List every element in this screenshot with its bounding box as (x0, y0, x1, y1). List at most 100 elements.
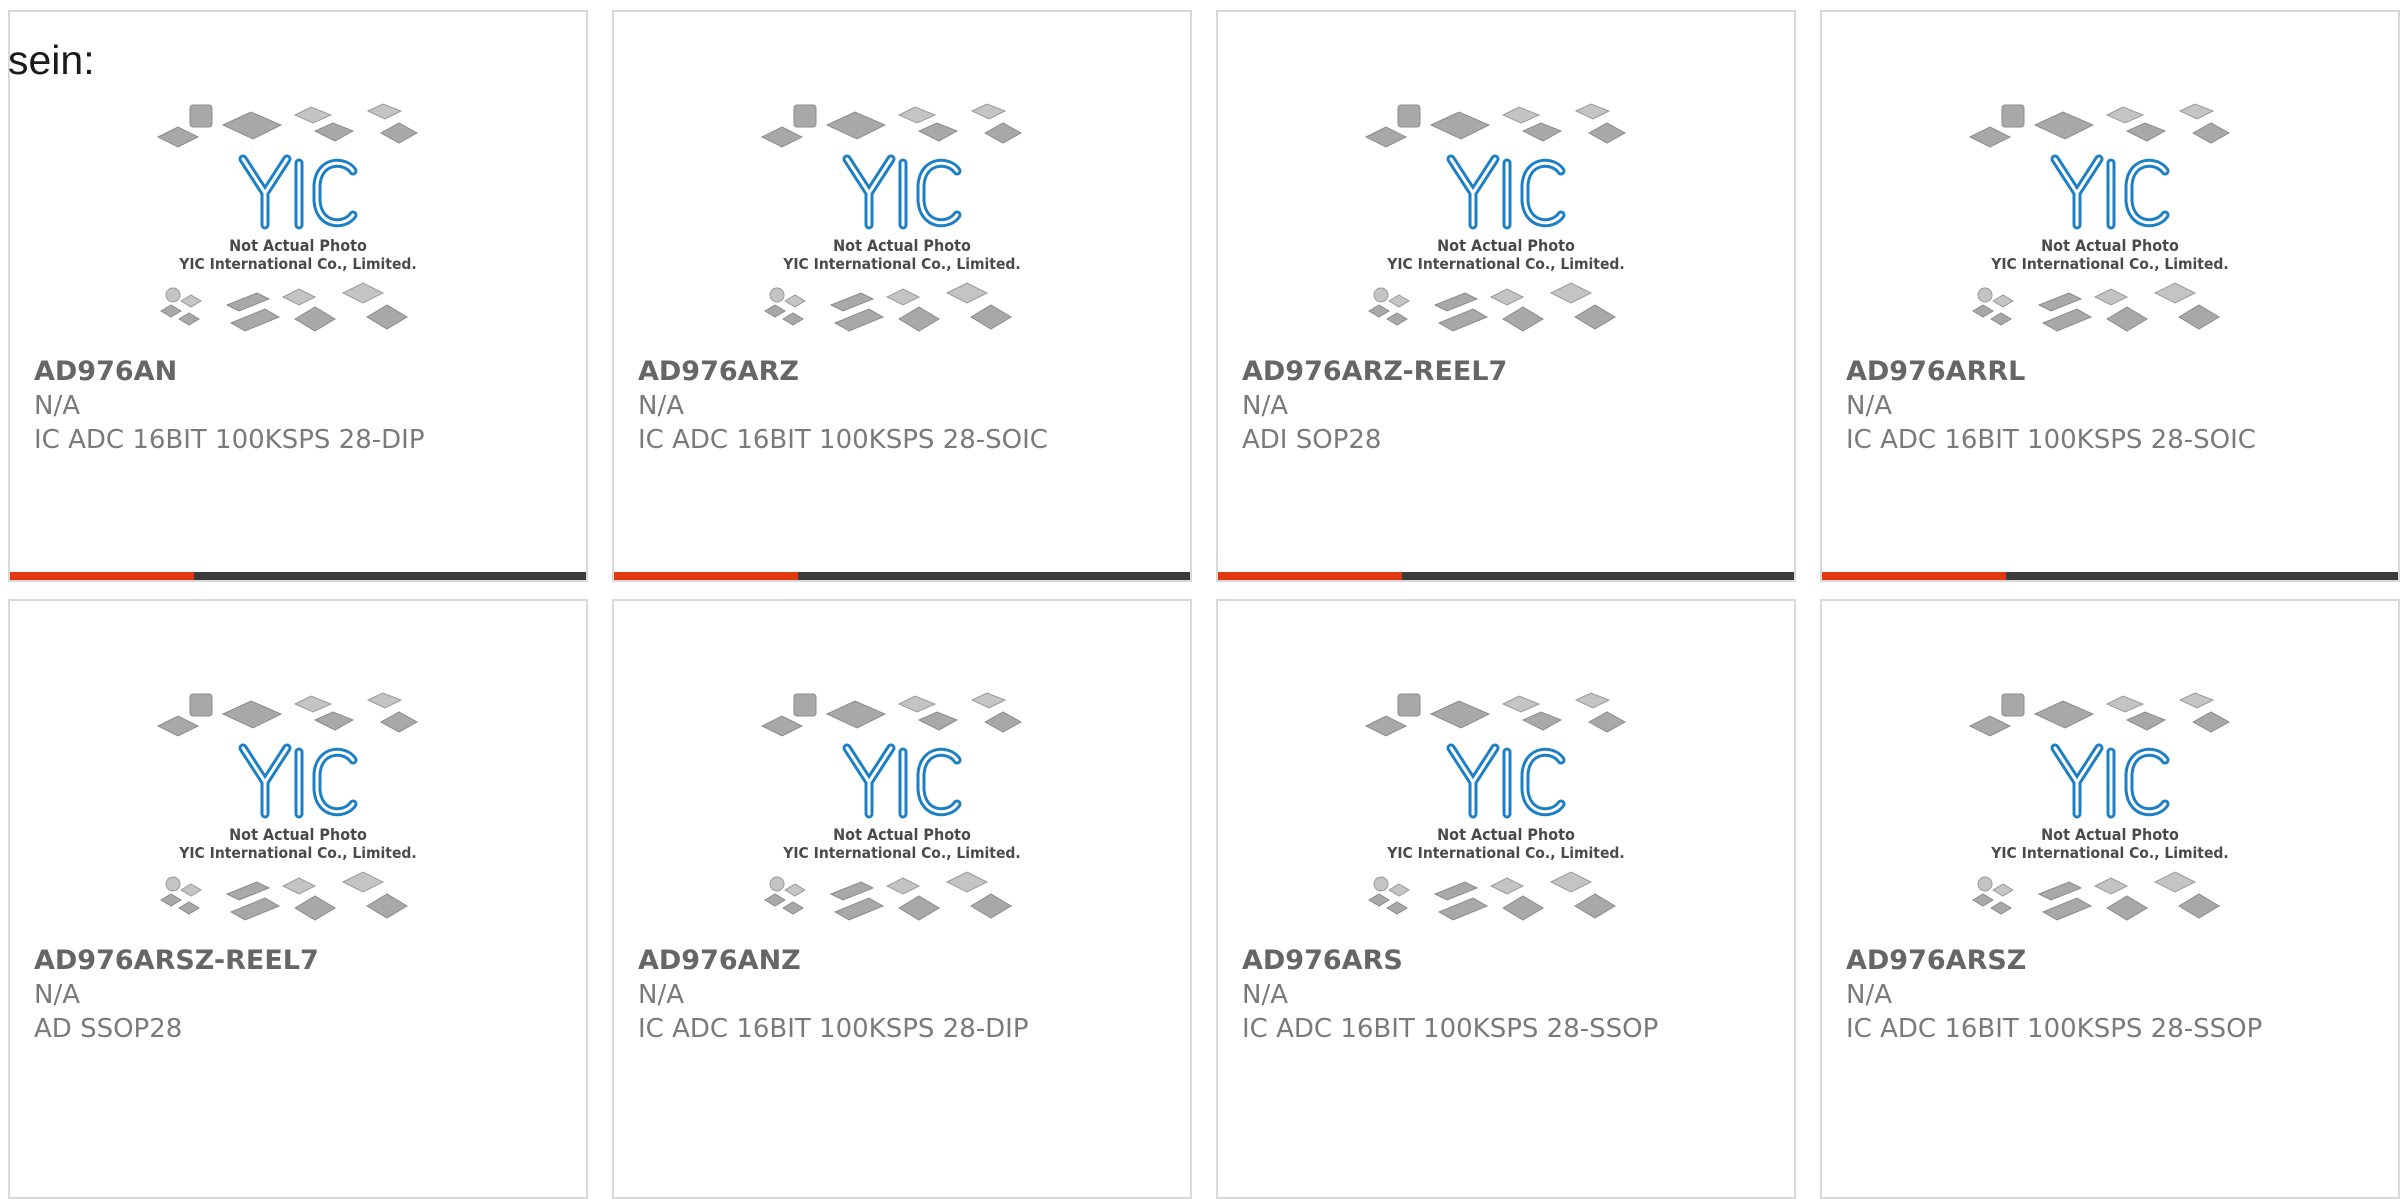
product-description: IC ADC 16BIT 100KSPS 28-SOIC (1846, 425, 2256, 455)
product-description: IC ADC 16BIT 100KSPS 28-DIP (34, 425, 425, 455)
placeholder-photo: Not Actual Photo YIC International Co., … (760, 692, 1023, 921)
placeholder-line2: YIC International Co., Limited. (782, 255, 1020, 273)
product-info: AD976AN N/A IC ADC 16BIT 100KSPS 28-DIP (34, 355, 576, 457)
card-progress-fill (1822, 572, 2007, 580)
product-description: IC ADC 16BIT 100KSPS 28-SSOP (1242, 1014, 1659, 1044)
product-info: AD976ANZ N/A IC ADC 16BIT 100KSPS 28-DIP (638, 944, 1180, 1046)
placeholder-line1: Not Actual Photo (2041, 825, 2179, 844)
product-card-ad976arsz[interactable]: Not Actual Photo YIC International Co., … (1820, 599, 2400, 1199)
part-number[interactable]: AD976ARS (1242, 944, 1784, 978)
part-number[interactable]: AD976ARZ (638, 355, 1180, 389)
product-image: Not Actual Photo YIC International Co., … (1822, 686, 2398, 941)
part-number[interactable]: AD976ANZ (638, 944, 1180, 978)
card-progress-fill (10, 572, 195, 580)
chip-icons-top (1364, 103, 1627, 148)
chip-icons-bottom (764, 871, 1012, 921)
chip-icons-top (760, 692, 1023, 737)
product-card-ad976arrl[interactable]: Not Actual Photo YIC International Co., … (1820, 10, 2400, 582)
yic-logo (2050, 743, 2170, 819)
product-image: Not Actual Photo YIC International Co., … (10, 97, 586, 352)
manufacturer: N/A (638, 391, 684, 421)
product-description: AD SSOP28 (34, 1014, 183, 1044)
product-description: IC ADC 16BIT 100KSPS 28-SSOP (1846, 1014, 2263, 1044)
chip-icons-top (760, 103, 1023, 148)
part-number[interactable]: AD976ARSZ (1846, 944, 2388, 978)
intro-text: sein: (8, 37, 95, 83)
product-image: Not Actual Photo YIC International Co., … (614, 97, 1190, 352)
yic-logo (238, 743, 358, 819)
product-description: IC ADC 16BIT 100KSPS 28-DIP (638, 1014, 1029, 1044)
placeholder-photo: Not Actual Photo YIC International Co., … (760, 103, 1023, 332)
product-info: AD976ARZ-REEL7 N/A ADI SOP28 (1242, 355, 1784, 457)
product-card-ad976arz-reel7[interactable]: Not Actual Photo YIC International Co., … (1216, 10, 1796, 582)
yic-logo (842, 154, 962, 230)
placeholder-line2: YIC International Co., Limited. (1990, 844, 2228, 862)
product-image: Not Actual Photo YIC International Co., … (1218, 686, 1794, 941)
product-description: IC ADC 16BIT 100KSPS 28-SOIC (638, 425, 1048, 455)
card-progress-fill (614, 572, 799, 580)
chip-icons-bottom (160, 282, 408, 332)
card-progress-bar (1822, 572, 2398, 580)
placeholder-photo: Not Actual Photo YIC International Co., … (156, 103, 419, 332)
product-card-ad976ars[interactable]: Not Actual Photo YIC International Co., … (1216, 599, 1796, 1199)
placeholder-line2: YIC International Co., Limited. (782, 844, 1020, 862)
placeholder-line2: YIC International Co., Limited. (1990, 255, 2228, 273)
card-progress-bar (614, 572, 1190, 580)
product-info: AD976ARS N/A IC ADC 16BIT 100KSPS 28-SSO… (1242, 944, 1784, 1046)
chip-icons-top (156, 692, 419, 737)
product-image: Not Actual Photo YIC International Co., … (10, 686, 586, 941)
chip-icons-top (1968, 692, 2231, 737)
chip-icons-top (1364, 692, 1627, 737)
manufacturer: N/A (638, 980, 684, 1010)
placeholder-line1: Not Actual Photo (1437, 236, 1575, 255)
placeholder-line1: Not Actual Photo (229, 236, 367, 255)
product-image: Not Actual Photo YIC International Co., … (1218, 97, 1794, 352)
placeholder-line1: Not Actual Photo (833, 236, 971, 255)
product-info: AD976ARSZ N/A IC ADC 16BIT 100KSPS 28-SS… (1846, 944, 2388, 1046)
placeholder-line1: Not Actual Photo (229, 825, 367, 844)
placeholder-line2: YIC International Co., Limited. (1386, 844, 1624, 862)
chip-icons-bottom (1368, 282, 1616, 332)
manufacturer: N/A (1846, 391, 1892, 421)
manufacturer: N/A (34, 391, 80, 421)
placeholder-photo: Not Actual Photo YIC International Co., … (156, 692, 419, 921)
product-info: AD976ARRL N/A IC ADC 16BIT 100KSPS 28-SO… (1846, 355, 2388, 457)
chip-icons-top (156, 103, 419, 148)
product-card-ad976arz[interactable]: Not Actual Photo YIC International Co., … (612, 10, 1192, 582)
placeholder-line2: YIC International Co., Limited. (1386, 255, 1624, 273)
product-card-ad976an[interactable]: Not Actual Photo YIC International Co., … (8, 10, 588, 582)
yic-logo (238, 154, 358, 230)
card-progress-fill (1218, 572, 1403, 580)
manufacturer: N/A (1846, 980, 1892, 1010)
product-card-ad976anz[interactable]: Not Actual Photo YIC International Co., … (612, 599, 1192, 1199)
placeholder-line1: Not Actual Photo (2041, 236, 2179, 255)
product-grid: Not Actual Photo YIC International Co., … (8, 10, 2404, 1199)
placeholder-line1: Not Actual Photo (833, 825, 971, 844)
yic-logo (2050, 154, 2170, 230)
placeholder-line1: Not Actual Photo (1437, 825, 1575, 844)
chip-icons-bottom (160, 871, 408, 921)
chip-icons-bottom (1972, 871, 2220, 921)
placeholder-photo: Not Actual Photo YIC International Co., … (1968, 103, 2231, 332)
placeholder-photo: Not Actual Photo YIC International Co., … (1364, 692, 1627, 921)
manufacturer: N/A (1242, 391, 1288, 421)
part-number[interactable]: AD976ARSZ-REEL7 (34, 944, 576, 978)
product-image: Not Actual Photo YIC International Co., … (614, 686, 1190, 941)
placeholder-photo: Not Actual Photo YIC International Co., … (1364, 103, 1627, 332)
chip-icons-bottom (1368, 871, 1616, 921)
part-number[interactable]: AD976ARRL (1846, 355, 2388, 389)
card-progress-bar (10, 572, 586, 580)
part-number[interactable]: AD976ARZ-REEL7 (1242, 355, 1784, 389)
product-card-ad976arsz-reel7[interactable]: Not Actual Photo YIC International Co., … (8, 599, 588, 1199)
manufacturer: N/A (1242, 980, 1288, 1010)
part-number[interactable]: AD976AN (34, 355, 576, 389)
product-info: AD976ARZ N/A IC ADC 16BIT 100KSPS 28-SOI… (638, 355, 1180, 457)
product-info: AD976ARSZ-REEL7 N/A AD SSOP28 (34, 944, 576, 1046)
manufacturer: N/A (34, 980, 80, 1010)
yic-logo (1446, 743, 1566, 819)
yic-logo (1446, 154, 1566, 230)
product-description: ADI SOP28 (1242, 425, 1382, 455)
card-progress-bar (1218, 572, 1794, 580)
placeholder-line2: YIC International Co., Limited. (178, 844, 416, 862)
yic-logo (842, 743, 962, 819)
